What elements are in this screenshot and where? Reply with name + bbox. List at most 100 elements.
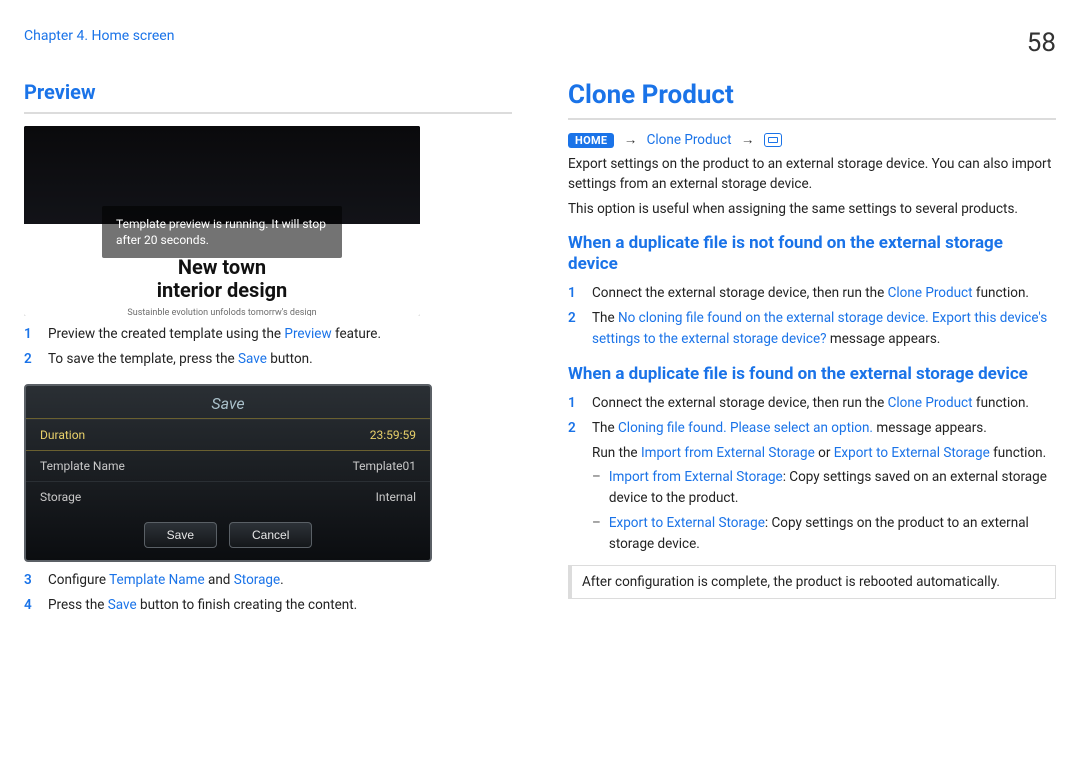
text: function. bbox=[973, 285, 1029, 301]
section-title-preview: Preview bbox=[24, 80, 512, 104]
ui-term: Import from External Storage bbox=[609, 469, 783, 485]
step-item: 1 Connect the external storage device, t… bbox=[568, 283, 1056, 304]
tv-title-line1: New town bbox=[178, 256, 266, 279]
page: Chapter 4. Home screen 58 Preview Templa… bbox=[0, 0, 1080, 763]
save-settings-table: Duration 23:59:59 Template Name Template… bbox=[26, 419, 430, 512]
intro-paragraph: This option is useful when assigning the… bbox=[568, 199, 1056, 219]
subheading-not-found: When a duplicate file is not found on th… bbox=[568, 233, 1056, 276]
step-number: 4 bbox=[24, 595, 38, 616]
run-line: Run the Import from External Storage or … bbox=[592, 443, 1056, 463]
save-dialog-buttons: Save Cancel bbox=[26, 512, 430, 560]
dash-list: – Import from External Storage: Copy set… bbox=[592, 467, 1056, 555]
ui-term: Clone Product bbox=[888, 285, 973, 301]
save-dialog-wrap: Save Duration 23:59:59 Template Name Tem… bbox=[24, 384, 432, 562]
arrow-icon: → bbox=[741, 132, 755, 148]
save-dialog: Save Duration 23:59:59 Template Name Tem… bbox=[24, 384, 432, 562]
step-item: 3 Configure Template Name and Storage. bbox=[24, 570, 512, 591]
ui-term: Storage bbox=[234, 572, 280, 588]
step-text: Preview the created template using the P… bbox=[48, 324, 381, 345]
tv-mockup: Template preview is running. It will sto… bbox=[24, 126, 420, 316]
step-number: 1 bbox=[24, 324, 38, 345]
tv-wrap: Template preview is running. It will sto… bbox=[24, 126, 432, 316]
left-column: Preview Template preview is running. It … bbox=[24, 80, 512, 620]
steps-before-save: 1 Preview the created template using the… bbox=[24, 324, 512, 370]
text: Preview the created template using the bbox=[48, 326, 284, 342]
step-item: 1 Preview the created template using the… bbox=[24, 324, 512, 345]
text: Connect the external storage device, the… bbox=[592, 395, 888, 411]
page-header: Chapter 4. Home screen 58 bbox=[24, 28, 1056, 58]
step-text: Connect the external storage device, the… bbox=[592, 283, 1029, 304]
step-number: 1 bbox=[568, 283, 582, 304]
step-number: 2 bbox=[24, 349, 38, 370]
ui-term: Clone Product bbox=[888, 395, 973, 411]
ui-term: Export to External Storage bbox=[834, 445, 990, 461]
list-item: – Import from External Storage: Copy set… bbox=[592, 467, 1056, 509]
section-rule bbox=[568, 118, 1056, 120]
step-number: 2 bbox=[568, 308, 582, 350]
step-number: 3 bbox=[24, 570, 38, 591]
text: button. bbox=[267, 351, 313, 367]
text: The bbox=[592, 420, 618, 436]
steps-after-save: 3 Configure Template Name and Storage. 4… bbox=[24, 570, 512, 616]
step-item: 4 Press the Save button to finish creati… bbox=[24, 595, 512, 616]
step-item: 2 The No cloning file found on the exter… bbox=[568, 308, 1056, 350]
page-number: 58 bbox=[1027, 28, 1056, 58]
step-number: 2 bbox=[568, 418, 582, 439]
text: message appears. bbox=[873, 420, 987, 436]
info-note: After configuration is complete, the pro… bbox=[568, 565, 1056, 599]
steps-not-found: 1 Connect the external storage device, t… bbox=[568, 283, 1056, 350]
home-badge: HOME bbox=[568, 133, 614, 148]
table-row[interactable]: Template Name Template01 bbox=[26, 450, 430, 481]
table-row[interactable]: Storage Internal bbox=[26, 481, 430, 512]
dash-icon: – bbox=[592, 467, 601, 509]
text: feature. bbox=[332, 326, 381, 342]
setting-value: 23:59:59 bbox=[249, 419, 430, 450]
nav-clone-product: Clone Product bbox=[647, 132, 732, 148]
step-item: 2 The Cloning file found. Please select … bbox=[568, 418, 1056, 439]
setting-value: Internal bbox=[249, 481, 430, 512]
ui-term: Import from External Storage bbox=[641, 445, 815, 461]
step-item: 1 Connect the external storage device, t… bbox=[568, 393, 1056, 414]
setting-key: Storage bbox=[26, 481, 249, 512]
setting-key: Template Name bbox=[26, 450, 249, 481]
section-rule bbox=[24, 112, 512, 114]
breadcrumb: Chapter 4. Home screen bbox=[24, 28, 174, 44]
setting-key: Duration bbox=[26, 419, 249, 450]
table-row[interactable]: Duration 23:59:59 bbox=[26, 419, 430, 450]
list-text: Export to External Storage: Copy setting… bbox=[609, 513, 1056, 555]
text: . bbox=[280, 572, 284, 588]
ui-term: Save bbox=[238, 351, 267, 367]
text: Run the bbox=[592, 445, 641, 461]
section-title-clone: Clone Product bbox=[568, 80, 1056, 110]
step-text: The Cloning file found. Please select an… bbox=[592, 418, 987, 439]
step-text: Configure Template Name and Storage. bbox=[48, 570, 284, 591]
steps-found: 1 Connect the external storage device, t… bbox=[568, 393, 1056, 439]
text: or bbox=[815, 445, 834, 461]
step-text: The No cloning file found on the externa… bbox=[592, 308, 1056, 350]
text: Connect the external storage device, the… bbox=[592, 285, 888, 301]
text: Configure bbox=[48, 572, 109, 588]
ui-term: Export to External Storage bbox=[609, 515, 765, 531]
enter-icon bbox=[764, 133, 782, 147]
step-number: 1 bbox=[568, 393, 582, 414]
setting-value: Template01 bbox=[249, 450, 430, 481]
text: function. bbox=[990, 445, 1046, 461]
dash-icon: – bbox=[592, 513, 601, 555]
save-button[interactable]: Save bbox=[144, 522, 217, 548]
text: message appears. bbox=[827, 331, 941, 347]
ui-term: Preview bbox=[284, 326, 331, 342]
cancel-button[interactable]: Cancel bbox=[229, 522, 312, 548]
columns: Preview Template preview is running. It … bbox=[24, 80, 1056, 620]
tv-title-line2: interior design bbox=[157, 279, 288, 302]
nav-path: HOME → Clone Product → bbox=[568, 132, 1056, 148]
ui-term: Template Name bbox=[109, 572, 205, 588]
text: Press the bbox=[48, 597, 108, 613]
text: button to finish creating the content. bbox=[137, 597, 358, 613]
step-item: 2 To save the template, press the Save b… bbox=[24, 349, 512, 370]
tv-subtitle: Sustainble evolution unfolods tomorrw's … bbox=[127, 308, 316, 316]
tv-message: Template preview is running. It will sto… bbox=[102, 206, 342, 258]
text: To save the template, press the bbox=[48, 351, 238, 367]
right-column: Clone Product HOME → Clone Product → Exp… bbox=[568, 80, 1056, 620]
step-text: Connect the external storage device, the… bbox=[592, 393, 1029, 414]
text: function. bbox=[973, 395, 1029, 411]
